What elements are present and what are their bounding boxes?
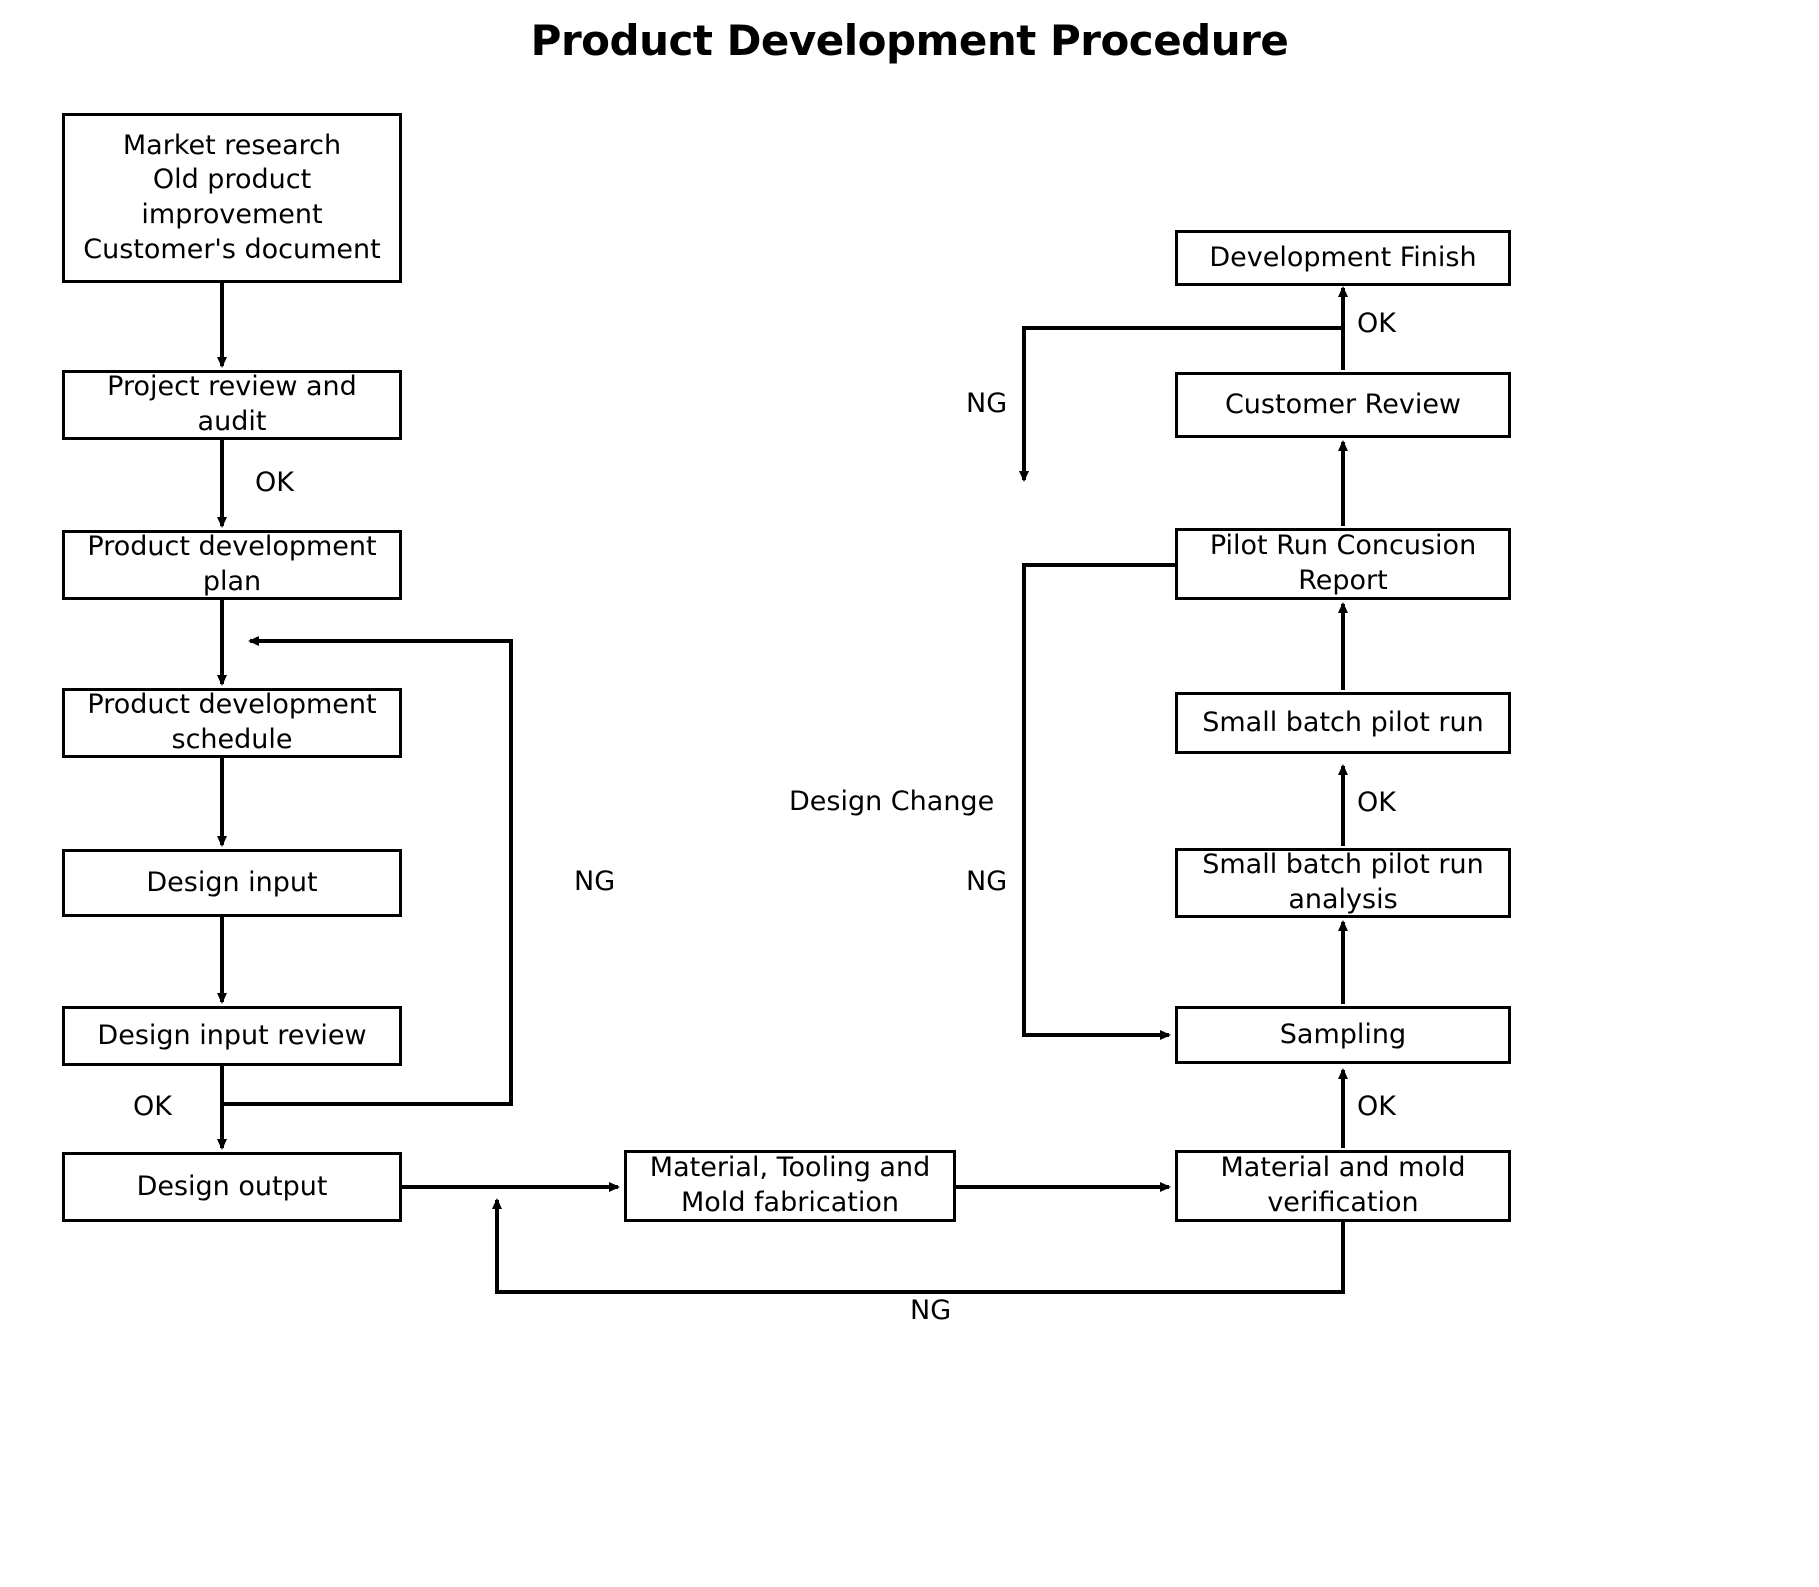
node-project-review-and-audit[interactable]: Project review and audit — [62, 370, 402, 440]
node-design-input-review[interactable]: Design input review — [62, 1006, 402, 1066]
flowchart-canvas: Product Development Procedure Market res… — [0, 0, 1819, 1587]
node-customer-review[interactable]: Customer Review — [1175, 372, 1511, 438]
edge-label-design-change: Design Change — [789, 786, 995, 817]
edge-label-ok-project-review: OK — [255, 467, 294, 498]
edge-label-ng-design-loop: NG — [574, 866, 616, 897]
node-material-and-mold-verification[interactable]: Material and mold verification — [1175, 1150, 1511, 1222]
edge-label-ok-design-input-review: OK — [133, 1091, 172, 1122]
edge-design-change-to-sampling — [1022, 563, 1175, 1040]
node-product-development-plan[interactable]: Product development plan — [62, 530, 402, 600]
node-small-batch-pilot-run[interactable]: Small batch pilot run — [1175, 692, 1511, 754]
node-product-development-schedule[interactable]: Product development schedule — [62, 688, 402, 758]
node-design-output[interactable]: Design output — [62, 1152, 402, 1222]
node-material-tooling-mold-fabrication[interactable]: Material, Tooling and Mold fabrication — [624, 1150, 956, 1222]
edge-label-ng-customer-review: NG — [966, 388, 1008, 419]
edge-label-ok-customer-review: OK — [1357, 308, 1396, 339]
edge-label-ng-design-change: NG — [966, 866, 1008, 897]
node-sampling[interactable]: Sampling — [1175, 1006, 1511, 1064]
node-small-batch-pilot-run-analysis[interactable]: Small batch pilot run analysis — [1175, 848, 1511, 918]
edge-label-ok-small-batch: OK — [1357, 787, 1396, 818]
edge-label-ok-material-verification: OK — [1357, 1091, 1396, 1122]
node-development-finish[interactable]: Development Finish — [1175, 230, 1511, 286]
node-market-research[interactable]: Market research Old product improvement … — [62, 113, 402, 283]
node-design-input[interactable]: Design input — [62, 849, 402, 917]
edge-label-ng-bottom-loop: NG — [910, 1295, 952, 1326]
node-pilot-run-concusion-report[interactable]: Pilot Run Concusion Report — [1175, 528, 1511, 600]
